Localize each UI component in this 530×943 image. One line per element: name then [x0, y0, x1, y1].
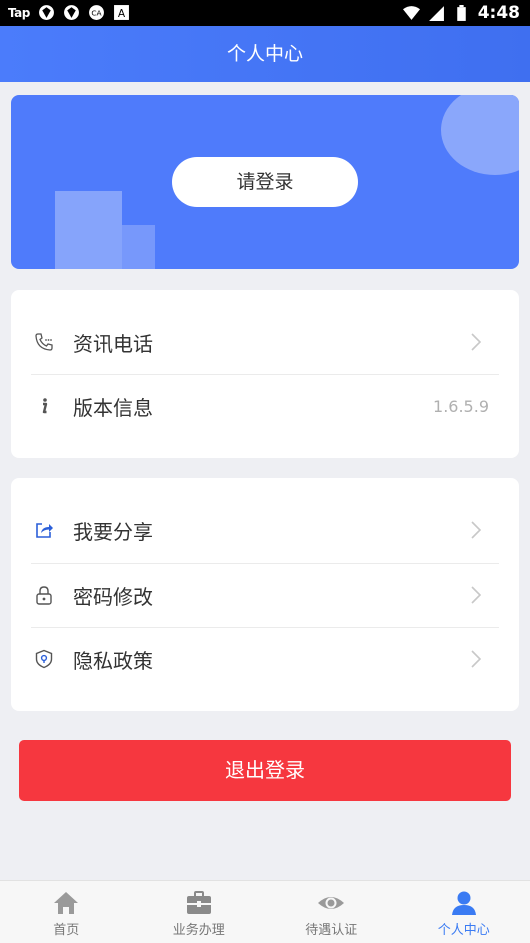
- user-icon: [450, 889, 478, 917]
- tab-profile[interactable]: 个人中心: [398, 881, 530, 943]
- menu-item-privacy-policy[interactable]: 隐私政策: [31, 627, 499, 691]
- login-button[interactable]: 请登录: [172, 157, 358, 207]
- tab-label: 业务办理: [173, 919, 225, 938]
- tab-label: 个人中心: [438, 919, 490, 938]
- menu-card-info: 资讯电话 版本信息 1.6.5.9: [11, 290, 519, 458]
- menu-item-version[interactable]: 版本信息 1.6.5.9: [31, 374, 499, 438]
- tab-label: 首页: [53, 919, 79, 938]
- tab-business[interactable]: 业务办理: [133, 881, 266, 943]
- version-value: 1.6.5.9: [433, 397, 489, 416]
- svg-text:A: A: [118, 7, 126, 20]
- home-icon: [52, 889, 80, 917]
- menu-item-label: 密码修改: [73, 581, 153, 610]
- menu-card-settings: 我要分享 密码修改 隐私政策: [11, 478, 519, 711]
- menu-item-label: 资讯电话: [73, 328, 153, 357]
- decorative-building: [55, 191, 122, 269]
- carrier-label: Tap: [8, 6, 30, 20]
- menu-item-change-password[interactable]: 密码修改: [31, 563, 499, 627]
- chevron-right-icon: [467, 649, 485, 669]
- chevron-right-icon: [467, 332, 485, 352]
- menu-item-share[interactable]: 我要分享: [31, 498, 499, 562]
- signal-icon: [428, 5, 445, 22]
- app-icon: CA: [88, 4, 105, 21]
- shield-icon: [33, 648, 55, 670]
- svg-text:CA: CA: [91, 9, 102, 18]
- bottom-tab-bar: 首页 业务办理 待遇认证 个人中心: [0, 880, 530, 943]
- info-icon: [33, 395, 55, 417]
- battery-icon: [453, 5, 470, 22]
- phone-icon: [33, 331, 55, 353]
- decorative-building: [122, 225, 155, 269]
- decorative-circle: [441, 95, 519, 175]
- briefcase-icon: [185, 889, 213, 917]
- tab-home[interactable]: 首页: [0, 881, 133, 943]
- clock: 4:48: [478, 3, 520, 23]
- chevron-right-icon: [467, 585, 485, 605]
- notification-icon: [63, 4, 80, 21]
- menu-item-hotline[interactable]: 资讯电话: [31, 310, 499, 374]
- logout-button[interactable]: 退出登录: [19, 740, 511, 801]
- chevron-right-icon: [467, 520, 485, 540]
- notification-icon: [38, 4, 55, 21]
- tab-label: 待遇认证: [305, 919, 357, 938]
- share-icon: [33, 519, 55, 541]
- page-title: 个人中心: [227, 43, 303, 65]
- profile-banner: 请登录: [11, 95, 519, 269]
- wifi-icon: [403, 5, 420, 22]
- menu-item-label: 版本信息: [73, 392, 153, 421]
- lock-icon: [33, 584, 55, 606]
- eye-icon: [317, 889, 345, 917]
- menu-item-label: 隐私政策: [73, 645, 153, 674]
- menu-item-label: 我要分享: [73, 516, 153, 545]
- status-bar: Tap CA A 4:48: [0, 0, 530, 26]
- tab-certification[interactable]: 待遇认证: [265, 881, 398, 943]
- text-app-icon: A: [113, 4, 130, 21]
- app-header: 个人中心: [0, 26, 530, 82]
